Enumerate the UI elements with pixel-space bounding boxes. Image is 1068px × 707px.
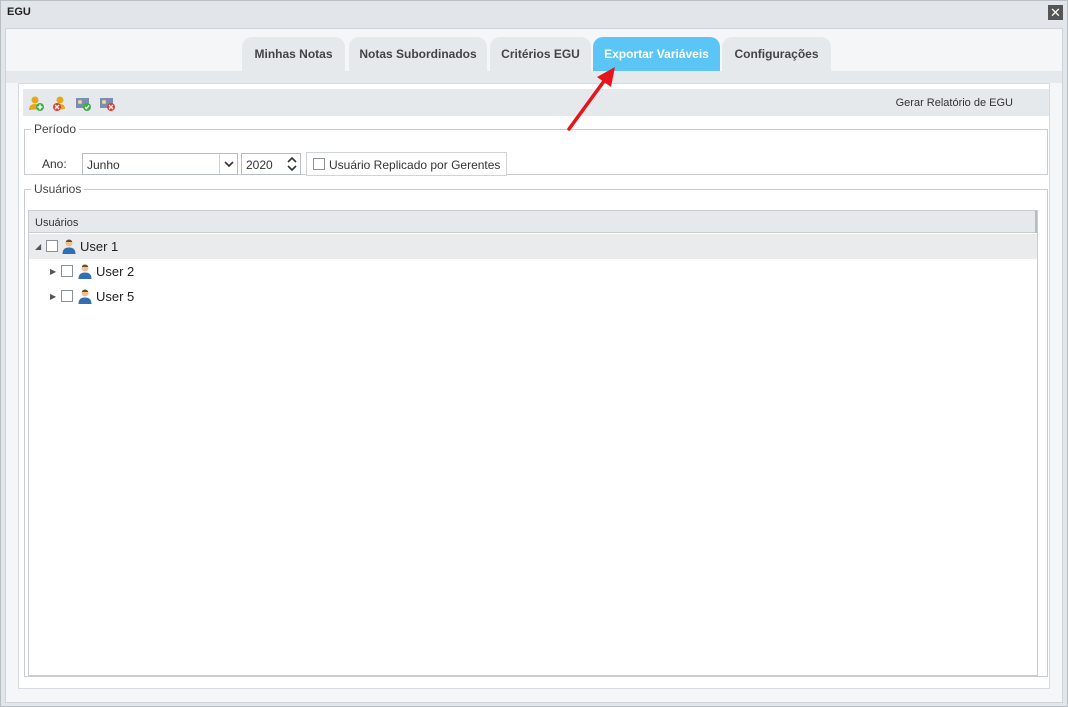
year-spinner[interactable]: 2020 bbox=[241, 153, 301, 175]
replicado-label: Usuário Replicado por Gerentes bbox=[329, 158, 501, 172]
user-icon bbox=[62, 239, 76, 254]
year-value: 2020 bbox=[246, 158, 273, 172]
column-resize-handle[interactable] bbox=[1035, 211, 1037, 233]
remove-user-icon[interactable] bbox=[52, 95, 68, 111]
column-header-usuarios[interactable]: Usuários bbox=[35, 217, 78, 229]
row-checkbox[interactable] bbox=[46, 240, 58, 252]
reject-user-icon[interactable] bbox=[99, 95, 115, 111]
tab-notas-subordinados[interactable]: Notas Subordinados bbox=[349, 37, 487, 71]
tab-configuracoes[interactable]: Configurações bbox=[722, 37, 831, 71]
tree-row[interactable]: ▶ User 5 bbox=[29, 284, 1037, 309]
approve-user-icon[interactable] bbox=[75, 95, 91, 111]
usuarios-legend: Usuários bbox=[34, 182, 82, 196]
collapse-triangle-icon[interactable]: ◢ bbox=[35, 242, 41, 251]
ano-label: Ano: bbox=[42, 157, 67, 171]
replicado-checkbox[interactable] bbox=[313, 158, 325, 170]
chevron-down-icon[interactable] bbox=[219, 154, 237, 174]
tab-minhas-notas[interactable]: Minhas Notas bbox=[242, 37, 345, 71]
tree-row[interactable]: ▶ User 2 bbox=[29, 259, 1037, 284]
close-icon[interactable]: ✕ bbox=[1048, 5, 1063, 20]
periodo-fieldset: Período Ano: Junho 2020 Usuário Replicad… bbox=[24, 122, 1048, 176]
egu-window: EGU ✕ Minhas Notas Notas Subordinados Cr… bbox=[0, 0, 1068, 707]
tab-strip-band bbox=[6, 71, 1062, 83]
tab-strip: Minhas Notas Notas Subordinados Critério… bbox=[6, 29, 1062, 83]
tree-row[interactable]: ◢ User 1 bbox=[29, 234, 1037, 259]
user-icon bbox=[78, 289, 92, 304]
export-panel: Gerar Relatório de EGU Período Ano: Junh… bbox=[18, 83, 1050, 689]
tab-exportar-variaveis[interactable]: Exportar Variáveis bbox=[593, 37, 720, 71]
periodo-legend: Período bbox=[34, 122, 77, 136]
add-user-icon[interactable] bbox=[28, 95, 44, 111]
replicado-option[interactable]: Usuário Replicado por Gerentes bbox=[306, 152, 507, 176]
expand-triangle-icon[interactable]: ▶ bbox=[50, 292, 56, 301]
grid-header: Usuários bbox=[29, 211, 1037, 233]
main-content: Minhas Notas Notas Subordinados Critério… bbox=[5, 28, 1063, 703]
user-name: User 5 bbox=[96, 289, 135, 304]
month-value: Junho bbox=[87, 158, 120, 172]
month-select[interactable]: Junho bbox=[82, 153, 238, 175]
users-tree-grid: Usuários ◢ User 1 ▶ User 2 ▶ User 5 bbox=[28, 210, 1038, 676]
usuarios-fieldset: Usuários Usuários ◢ User 1 ▶ User 2 ▶ Us… bbox=[24, 182, 1048, 677]
row-checkbox[interactable] bbox=[61, 265, 73, 277]
user-icon bbox=[78, 264, 92, 279]
user-name: User 2 bbox=[96, 264, 135, 279]
row-checkbox[interactable] bbox=[61, 290, 73, 302]
generate-report-button[interactable]: Gerar Relatório de EGU bbox=[896, 97, 1013, 109]
tab-criterios-egu[interactable]: Critérios EGU bbox=[490, 37, 591, 71]
expand-triangle-icon[interactable]: ▶ bbox=[50, 267, 56, 276]
user-name: User 1 bbox=[80, 239, 119, 254]
window-title: EGU bbox=[7, 6, 31, 18]
toolbar: Gerar Relatório de EGU bbox=[23, 89, 1049, 116]
title-bar: EGU ✕ bbox=[1, 1, 1067, 25]
spinner-arrows-icon[interactable] bbox=[284, 154, 300, 174]
